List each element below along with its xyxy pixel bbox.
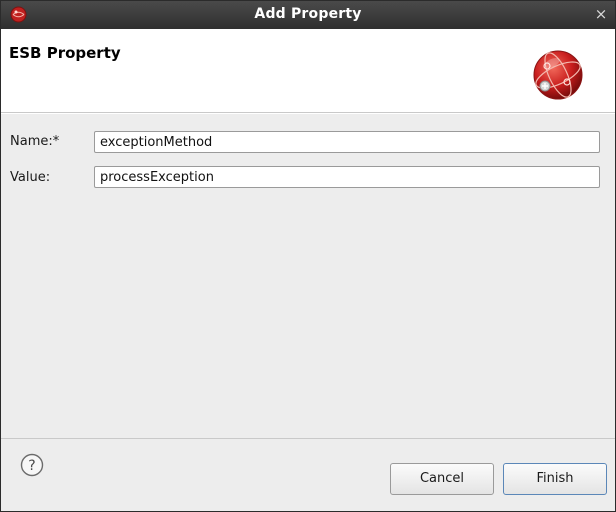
value-label: Value: (10, 170, 51, 185)
help-glyph: ? (28, 458, 35, 474)
finish-button[interactable]: Finish (503, 463, 607, 495)
cancel-button[interactable]: Cancel (390, 463, 494, 495)
name-field[interactable] (94, 131, 600, 153)
add-property-dialog: Add Property × ESB Property Name:* excep… (0, 0, 616, 512)
banner-heading: ESB Property (9, 44, 121, 62)
close-icon[interactable]: × (592, 5, 610, 23)
esb-globe-icon (533, 50, 583, 100)
value-field[interactable] (94, 166, 600, 188)
property-form: Name:* Value: (1, 113, 615, 438)
help-icon[interactable]: ? (20, 453, 44, 477)
title-bar[interactable]: Add Property × (1, 1, 615, 29)
wizard-banner: ESB Property (1, 29, 615, 113)
dialog-title: Add Property (254, 6, 362, 22)
footer-divider (1, 438, 615, 439)
name-label: Name:* (10, 134, 60, 149)
